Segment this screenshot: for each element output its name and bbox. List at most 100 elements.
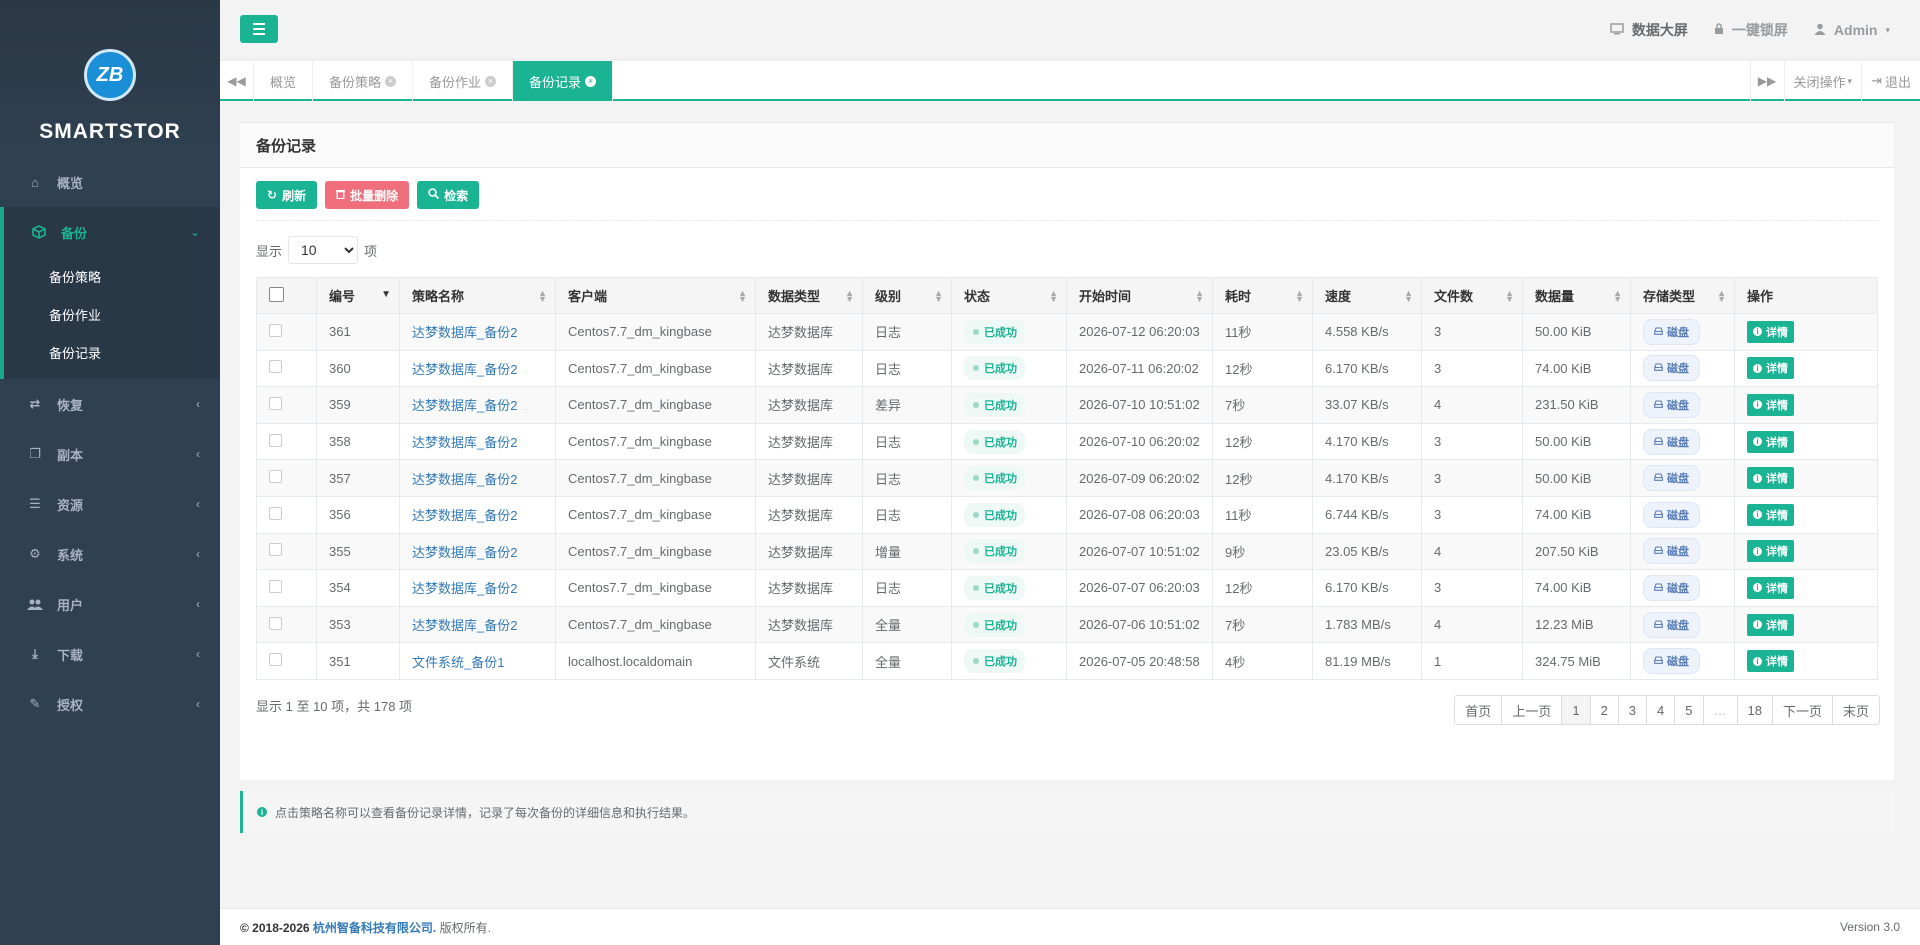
sidebar-item-download[interactable]: ⤓ 下载 ‹ <box>0 629 220 679</box>
col-header-client[interactable]: 客户端 ▲ ▼ <box>555 277 756 314</box>
policy-name-link[interactable]: 文件系统_备份1 <box>412 655 504 670</box>
col-header-id[interactable]: 编号 ▼ <box>316 277 400 314</box>
sidebar-subitem-backup-policy[interactable]: 备份策略 <box>4 257 220 295</box>
detail-button[interactable]: i 详情 <box>1747 467 1794 490</box>
sidebar-item-restore[interactable]: ⇄ 恢复 ‹ <box>0 379 220 429</box>
tab-backup-record[interactable]: 备份记录 × <box>513 61 614 101</box>
sidebar-item-users[interactable]: 用户 ‹ <box>0 579 220 629</box>
row-checkbox[interactable] <box>269 360 282 374</box>
col-header-level[interactable]: 级别 ▲ ▼ <box>862 277 952 314</box>
logout-button[interactable]: ⇥ 退出 <box>1861 61 1920 101</box>
menu-toggle-button[interactable] <box>240 15 278 43</box>
policy-name-link[interactable]: 达梦数据库_备份2 <box>412 508 517 523</box>
col-header-data-type[interactable]: 数据类型 ▲ ▼ <box>755 277 863 314</box>
page-2-button[interactable]: 2 <box>1590 696 1619 724</box>
sidebar-subitem-backup-job[interactable]: 备份作业 <box>4 295 220 333</box>
tab-scroll-left-button[interactable]: ◀◀ <box>220 61 254 101</box>
close-ops-dropdown[interactable]: 关闭操作 ▾ <box>1783 61 1862 101</box>
page-size-select[interactable]: 10 <box>288 236 359 264</box>
col-header-start-time[interactable]: 开始时间 ▲ ▼ <box>1066 277 1213 314</box>
table-cell: 磁盘 <box>1630 532 1735 571</box>
detail-button[interactable]: i 详情 <box>1747 576 1794 599</box>
company-link[interactable]: 杭州智备科技有限公司. <box>313 921 436 935</box>
col-header-status[interactable]: 状态 ▲ ▼ <box>951 277 1067 314</box>
policy-name-link[interactable]: 达梦数据库_备份2 <box>412 362 517 377</box>
detail-button[interactable]: i 详情 <box>1747 320 1794 343</box>
table-cell: 达梦数据库 <box>755 422 863 461</box>
lock-screen-link[interactable]: 一键锁屏 <box>1714 20 1788 40</box>
row-checkbox[interactable] <box>269 433 282 447</box>
sidebar-item-system[interactable]: ⚙ 系统 ‹ <box>0 529 220 579</box>
tab-overview[interactable]: 概览 <box>254 61 314 101</box>
row-checkbox[interactable] <box>269 579 282 593</box>
col-header-data-size[interactable]: 数据量 ▲ ▼ <box>1522 277 1631 314</box>
sidebar-item-overview[interactable]: ⌂ 概览 <box>0 157 220 207</box>
data-screen-link[interactable]: 数据大屏 <box>1610 20 1688 40</box>
refresh-button[interactable]: ↻ 刷新 <box>256 181 318 209</box>
policy-name-link[interactable]: 达梦数据库_备份2 <box>412 435 517 450</box>
page-3-button[interactable]: 3 <box>1618 696 1648 724</box>
close-icon[interactable]: × <box>585 75 597 87</box>
sidebar-subitem-backup-record[interactable]: 备份记录 <box>4 333 220 371</box>
detail-button[interactable]: i 详情 <box>1747 613 1794 636</box>
detail-button[interactable]: i 详情 <box>1747 430 1794 453</box>
sidebar-item-resource[interactable]: ☰ 资源 ‹ <box>0 479 220 529</box>
row-checkbox[interactable] <box>269 396 282 410</box>
tab-scroll-right-button[interactable]: ▶▶ <box>1749 61 1784 101</box>
client-name: Centos7.7_dm_kingbase <box>568 470 712 486</box>
policy-name-link[interactable]: 达梦数据库_备份2 <box>412 398 517 413</box>
row-checkbox[interactable] <box>269 653 282 667</box>
page-last-button[interactable]: 末页 <box>1832 696 1879 724</box>
detail-button[interactable]: i 详情 <box>1747 357 1794 380</box>
select-all-checkbox[interactable] <box>269 286 284 302</box>
col-header-storage-type[interactable]: 存储类型 ▲ ▼ <box>1630 277 1735 314</box>
row-checkbox[interactable] <box>269 616 282 630</box>
table-cell: i 详情 <box>1734 532 1878 571</box>
tab-backup-policy[interactable]: 备份策略 × <box>313 61 414 101</box>
sign-out-icon: ⇥ <box>1871 73 1882 88</box>
status-badge: 已成功 <box>964 502 1025 527</box>
detail-button[interactable]: i 详情 <box>1747 503 1794 526</box>
page-4-button[interactable]: 4 <box>1647 696 1676 724</box>
row-checkbox[interactable] <box>269 470 282 484</box>
col-header-policy[interactable]: 策略名称 ▲ ▼ <box>399 277 556 314</box>
user-menu[interactable]: Admin ▾ <box>1814 20 1890 40</box>
row-checkbox[interactable] <box>269 543 282 557</box>
sidebar-item-replica[interactable]: ❐ 副本 ‹ <box>0 429 220 479</box>
row-checkbox[interactable] <box>269 323 282 337</box>
brand-logo[interactable]: ZB <box>84 49 136 101</box>
policy-name-link[interactable]: 达梦数据库_备份2 <box>412 472 517 487</box>
policy-name-link[interactable]: 达梦数据库_备份2 <box>412 545 517 560</box>
detail-button[interactable]: i 详情 <box>1747 540 1794 563</box>
page-first-button[interactable]: 首页 <box>1455 696 1503 724</box>
page-1-button[interactable]: 1 <box>1562 696 1591 724</box>
table-row: 360 达梦数据库_备份2 Centos7.7_dm_kingbase 达梦数据库 日志… <box>256 349 1878 388</box>
policy-name-link[interactable]: 达梦数据库_备份2 <box>412 325 517 340</box>
footer: © 2018-2026 杭州智备科技有限公司. 版权所有. Version 3.… <box>220 908 1920 945</box>
page-next-button[interactable]: 下一页 <box>1772 696 1833 724</box>
sidebar-item-backup[interactable]: 备份 ⌄ <box>0 207 220 257</box>
close-icon[interactable]: × <box>485 75 497 87</box>
detail-label: 详情 <box>1766 326 1788 339</box>
detail-button[interactable]: i 详情 <box>1747 393 1794 416</box>
page-prev-button[interactable]: 上一页 <box>1502 696 1563 724</box>
col-header-file-count[interactable]: 文件数 ▲ ▼ <box>1421 277 1523 314</box>
sidebar-item-license[interactable]: ✎ 授权 ‹ <box>0 679 220 729</box>
page-18-button[interactable]: 18 <box>1737 696 1773 724</box>
table-cell: 磁盘 <box>1630 495 1735 534</box>
col-header-duration[interactable]: 耗时 ▲ ▼ <box>1212 277 1313 314</box>
table-cell: 增量 <box>862 532 952 571</box>
batch-delete-button[interactable]: 批量删除 <box>325 181 410 209</box>
search-button[interactable]: 检索 <box>417 181 480 209</box>
detail-button[interactable]: i 详情 <box>1747 650 1794 673</box>
col-header-speed[interactable]: 速度 ▲ ▼ <box>1312 277 1422 314</box>
table-cell: Centos7.7_dm_kingbase <box>555 313 756 351</box>
policy-name-link[interactable]: 达梦数据库_备份2 <box>412 618 517 633</box>
close-icon[interactable]: × <box>385 75 397 87</box>
table-cell: 达梦数据库_备份2 <box>399 422 556 461</box>
caret-down-icon: ▾ <box>1885 24 1890 35</box>
page-5-button[interactable]: 5 <box>1675 696 1704 724</box>
policy-name-link[interactable]: 达梦数据库_备份2 <box>412 581 517 596</box>
tab-backup-job[interactable]: 备份作业 × <box>413 61 514 101</box>
row-checkbox[interactable] <box>269 506 282 520</box>
